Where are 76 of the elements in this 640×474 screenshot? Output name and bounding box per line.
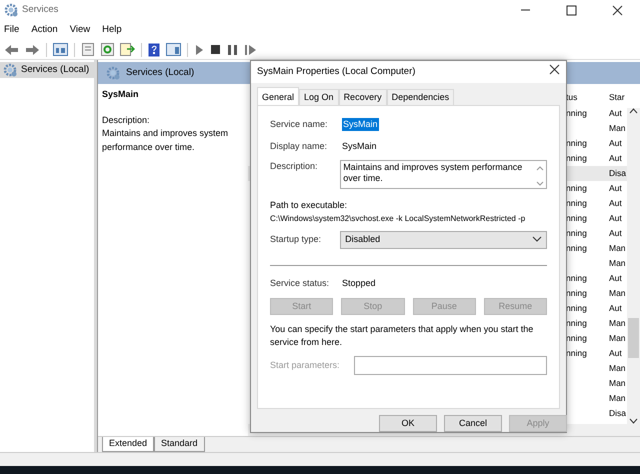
table-cell-text: Aut (608, 227, 623, 240)
menu-item[interactable]: Action (31, 22, 58, 38)
service-name: SysMain (102, 88, 140, 101)
vertical-scrollbar[interactable] (627, 108, 640, 424)
close-icon[interactable] (549, 64, 560, 75)
table-cell-text: Man (608, 287, 624, 300)
table-cell-text: Aut (608, 107, 623, 120)
field-label: Service name: (270, 118, 329, 131)
field-label: Description: (270, 160, 319, 174)
dialog-tab[interactable]: Dependencies (386, 88, 454, 106)
menu-item[interactable]: View (70, 22, 90, 38)
help-icon[interactable] (148, 42, 160, 56)
description-text: Maintains and improves system performance over time. (102, 127, 230, 154)
caret-icon (532, 236, 542, 242)
description-label: Description: (102, 114, 151, 127)
table-cell-text: Man (608, 257, 624, 270)
restart-icon[interactable] (244, 44, 257, 56)
dialog-button[interactable]: Cancel (444, 415, 502, 432)
field-label: Startup type: (270, 233, 322, 246)
dialog-tab[interactable]: Log On (299, 88, 339, 106)
hint-text: You can specify the start parameters that apply when you start the service from here. (270, 322, 534, 350)
table-cell-text: Man (608, 392, 624, 406)
refresh-icon[interactable] (101, 43, 114, 56)
scroll-down-icon[interactable] (629, 418, 638, 424)
pane-title: Services (Local) (126, 66, 194, 80)
back-arrow-icon[interactable] (4, 44, 19, 56)
table-cell-text: Man (608, 242, 624, 256)
scroll-thumb[interactable] (628, 318, 639, 358)
service-name-value[interactable]: SysMain (342, 118, 379, 132)
start-parameters-field[interactable] (354, 356, 547, 375)
export-icon[interactable] (120, 43, 135, 56)
table-cell-text: Aut (608, 302, 623, 316)
table-cell-text: Aut (608, 182, 623, 196)
view-tab[interactable]: Extended (102, 437, 154, 452)
properties-icon[interactable] (81, 43, 95, 56)
field-label: Service status: (270, 277, 330, 290)
view-tab[interactable]: Standard (154, 437, 205, 452)
gear-icon (3, 63, 17, 78)
close-icon[interactable] (612, 4, 622, 16)
pause-icon[interactable] (227, 44, 238, 56)
maximize-icon[interactable] (566, 4, 576, 16)
table-cell-text: Aut (608, 197, 623, 210)
path-label: Path to executable: (270, 199, 348, 212)
table-cell-text: Man (608, 317, 624, 330)
stop-icon[interactable] (210, 44, 221, 55)
window-title: Services (22, 2, 58, 17)
scroll-up-icon[interactable] (629, 108, 638, 114)
table-cell-text: Aut (608, 347, 623, 360)
dialog-tab[interactable]: General (257, 86, 300, 106)
play-icon[interactable] (194, 44, 204, 56)
table-cell-text: Aut (608, 212, 623, 226)
service-status-value: Stopped (342, 277, 376, 290)
path-text: C:\Windows\system32\svchost.exe -k LocalSystemNetworkRestricted -p (270, 212, 526, 225)
column-header[interactable]: Star (608, 90, 624, 104)
menu-item[interactable]: File (4, 22, 20, 38)
action-pane-icon[interactable] (166, 43, 181, 56)
table-cell-text: Man (608, 377, 624, 390)
startup-type-dropdown[interactable]: Disabled (340, 230, 547, 249)
dialog-tab[interactable]: Recovery (338, 88, 387, 106)
table-cell-text: Aut (608, 152, 623, 166)
gear-icon (106, 66, 120, 80)
table-cell-text: Man (608, 332, 624, 346)
dialog-title: SysMain Properties (Local Computer) (257, 64, 416, 79)
display-name-value: SysMain (342, 140, 377, 153)
table-cell-text: Aut (608, 137, 623, 150)
menu-item[interactable]: Help (102, 22, 122, 38)
forward-arrow-icon[interactable] (25, 44, 40, 56)
table-cell-text: Disa (608, 407, 624, 420)
field-label: Start parameters: (270, 358, 341, 372)
dialog-button[interactable]: OK (379, 415, 437, 432)
table-cell-text: Aut (608, 272, 623, 286)
console-tree-icon[interactable] (53, 43, 68, 56)
tree-item[interactable]: Services (Local) (0, 62, 94, 78)
field-label: Display name: (270, 140, 328, 153)
gear-icon (4, 3, 18, 17)
table-cell-text: Disa (608, 167, 624, 180)
